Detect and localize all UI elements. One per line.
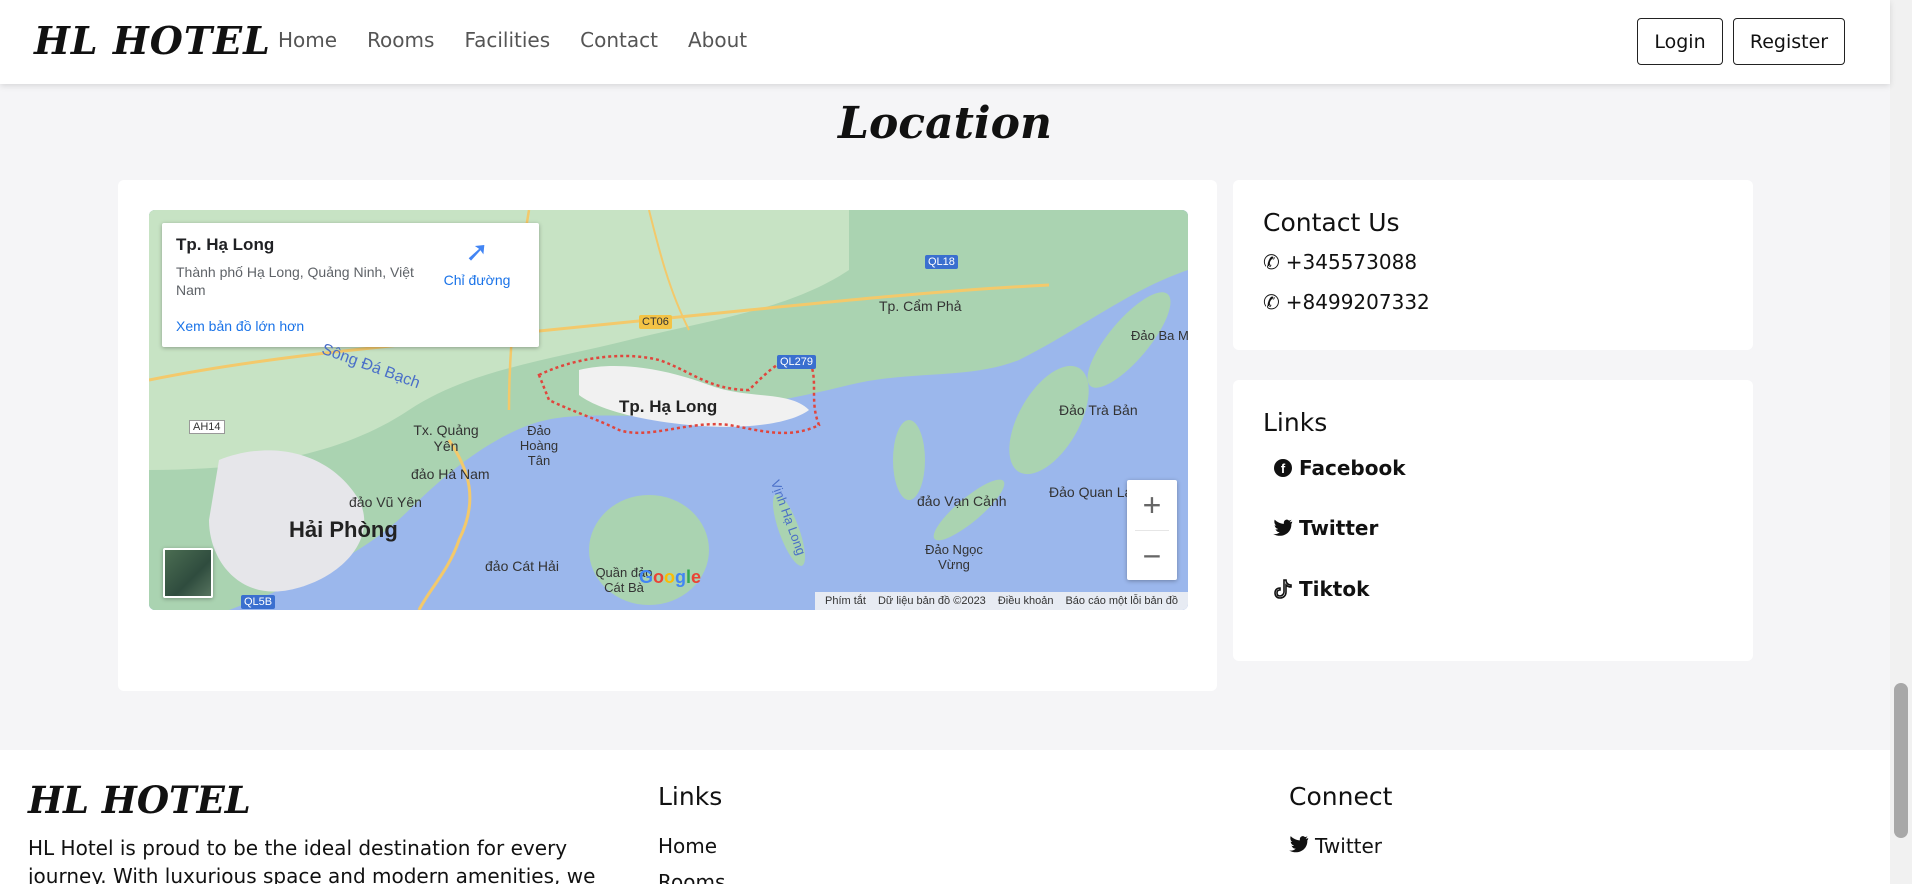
login-button[interactable]: Login	[1637, 18, 1723, 65]
brand-logo[interactable]: HL HOTEL	[34, 18, 271, 63]
place-info-box: Tp. Hạ Long Thành phố Hạ Long, Quảng Nin…	[162, 223, 539, 347]
links-card: Links f Facebook Twitter Tiktok	[1233, 380, 1753, 661]
map-label-dao-ngoc-vung: Đảo Ngọc Vừng	[925, 542, 983, 572]
zoom-out-button[interactable]: −	[1127, 531, 1177, 581]
contact-title: Contact Us	[1263, 208, 1400, 237]
nav-home[interactable]: Home	[278, 28, 337, 52]
road-badge-ql279: QL279	[777, 355, 817, 369]
map-label-dao-hoang-tan: Đảo Hoàng Tân	[519, 423, 559, 468]
page-scrollbar[interactable]	[1890, 0, 1912, 884]
phone-number: +345573088	[1285, 250, 1418, 274]
phone-icon: ✆	[1263, 290, 1280, 314]
zoom-control: + −	[1127, 480, 1177, 580]
scrollbar-thumb[interactable]	[1894, 683, 1908, 838]
map-label-dao-ba-mun: Đảo Ba M	[1131, 328, 1188, 343]
map-data-text: Dữ liệu bản đồ ©2023	[877, 595, 986, 607]
phone-icon: ✆	[1263, 250, 1280, 274]
keyboard-shortcuts-link[interactable]: Phím tắt	[825, 595, 866, 607]
twitter-icon	[1273, 518, 1293, 538]
footer-links-heading: Links	[658, 782, 723, 811]
directions-icon: ➚	[465, 236, 489, 267]
phone-number: +8499207332	[1285, 290, 1430, 314]
google-logo: Google	[639, 567, 702, 587]
road-badge-ct06: CT06	[639, 315, 672, 329]
twitter-link[interactable]: Twitter	[1273, 516, 1378, 540]
section-title: Location	[838, 98, 1052, 149]
nav-contact[interactable]: Contact	[580, 28, 658, 52]
map-label-cam-pha: Tp. Cẩm Phả	[879, 298, 962, 314]
phone-row[interactable]: ✆ +8499207332	[1263, 290, 1430, 314]
links-title: Links	[1263, 408, 1328, 437]
place-title: Tp. Hạ Long	[176, 235, 275, 254]
footer-brand: HL HOTEL	[28, 778, 251, 822]
map-label-hai-phong: Hải Phòng	[289, 517, 398, 542]
nav-about[interactable]: About	[688, 28, 747, 52]
contact-card: Contact Us ✆ +345573088 ✆ +8499207332	[1233, 180, 1753, 350]
footer-connect-heading: Connect	[1289, 782, 1393, 811]
footer-twitter-label: Twitter	[1315, 834, 1383, 858]
svg-text:f: f	[1281, 461, 1286, 476]
place-address: Thành phố Hạ Long, Quảng Ninh, Việt Nam	[176, 264, 414, 298]
report-error-link[interactable]: Báo cáo một lỗi bản đồ	[1065, 595, 1178, 607]
facebook-link[interactable]: f Facebook	[1273, 456, 1406, 480]
directions-label: Chỉ đường	[443, 272, 511, 288]
zoom-in-button[interactable]: +	[1127, 480, 1177, 530]
road-badge-ql5b: QL5B	[241, 595, 276, 609]
map-label-dao-van-canh: đảo Vạn Cảnh	[917, 493, 1007, 509]
tiktok-label: Tiktok	[1299, 577, 1370, 601]
terms-link[interactable]: Điều khoản	[998, 595, 1054, 607]
twitter-label: Twitter	[1299, 516, 1379, 540]
directions-button[interactable]: ➚ Chỉ đường	[437, 235, 517, 288]
navbar: HL HOTEL Home Rooms Facilities Contact A…	[0, 0, 1890, 84]
footer-link-rooms[interactable]: Rooms	[658, 870, 725, 884]
facebook-label: Facebook	[1299, 456, 1406, 480]
nav-links: Home Rooms Facilities Contact About	[278, 28, 777, 52]
register-button[interactable]: Register	[1733, 18, 1845, 65]
embedded-map[interactable]: Tp. Hạ Long Thành phố Hạ Long, Quảng Nin…	[149, 210, 1188, 610]
phone-row[interactable]: ✆ +345573088	[1263, 250, 1417, 274]
footer-link-home[interactable]: Home	[658, 834, 717, 858]
map-label-dao-cat-hai: đảo Cát Hải	[485, 558, 559, 574]
map-label-quang-yen: Tx. Quảng Yên	[413, 422, 479, 454]
map-label-dao-tra-ban: Đảo Trà Bản	[1059, 402, 1138, 418]
satellite-toggle[interactable]	[163, 548, 213, 598]
larger-map-link[interactable]: Xem bản đồ lớn hơn	[176, 318, 304, 334]
footer: HL HOTEL HL Hotel is proud to be the ide…	[0, 750, 1890, 884]
map-label-dao-ha-nam: đảo Hà Nam	[411, 466, 490, 482]
road-badge-ql18: QL18	[925, 255, 958, 269]
map-label-dao-vu-yen: đảo Vũ Yên	[349, 494, 422, 510]
map-attribution: Phím tắt Dữ liệu bản đồ ©2023 Điều khoản…	[815, 592, 1188, 610]
road-badge-ah14: AH14	[189, 420, 225, 434]
footer-twitter-link[interactable]: Twitter	[1289, 834, 1382, 858]
nav-rooms[interactable]: Rooms	[367, 28, 434, 52]
tiktok-link[interactable]: Tiktok	[1273, 577, 1369, 601]
nav-facilities[interactable]: Facilities	[464, 28, 550, 52]
facebook-icon: f	[1273, 458, 1293, 478]
tiktok-icon	[1273, 579, 1293, 599]
map-label-ha-long: Tp. Hạ Long	[619, 397, 718, 416]
twitter-icon	[1289, 834, 1309, 858]
footer-description: HL Hotel is proud to be the ideal destin…	[28, 836, 596, 884]
